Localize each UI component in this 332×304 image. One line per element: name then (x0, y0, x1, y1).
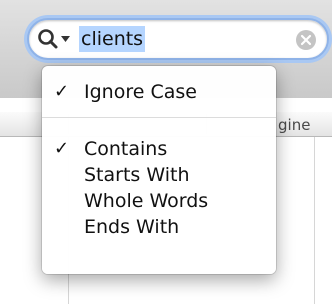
checkmark-icon: ✓ (54, 138, 70, 159)
menu-divider (42, 117, 276, 118)
menu-item-label: Contains (84, 138, 168, 160)
menu-item-label: Whole Words (84, 190, 209, 212)
menu-item-starts-with[interactable]: Starts With (42, 162, 276, 188)
menu-item-ends-with[interactable]: Ends With (42, 214, 276, 240)
column-line (314, 137, 315, 304)
search-field[interactable]: clients (27, 18, 329, 60)
search-scope-icon[interactable] (37, 27, 73, 53)
search-options-menu: ✓ Ignore Case ✓ Contains Starts With Who… (42, 66, 276, 274)
checkmark-icon: ✓ (54, 81, 70, 102)
menu-item-contains[interactable]: ✓ Contains (42, 136, 276, 162)
clear-search-icon[interactable] (295, 29, 317, 51)
engine-column-header[interactable]: gine (278, 116, 310, 134)
menu-item-label: Ignore Case (84, 81, 197, 103)
menu-item-label: Starts With (84, 164, 190, 186)
search-input[interactable]: clients (79, 26, 146, 52)
menu-item-label: Ends With (84, 216, 180, 238)
menu-item-whole-words[interactable]: Whole Words (42, 188, 276, 214)
menu-item-ignore-case[interactable]: ✓ Ignore Case (42, 79, 276, 105)
chevron-down-icon (61, 36, 70, 42)
search-options-screen: gine clients ✓ Ignore Case ✓ Contains St… (0, 0, 332, 304)
